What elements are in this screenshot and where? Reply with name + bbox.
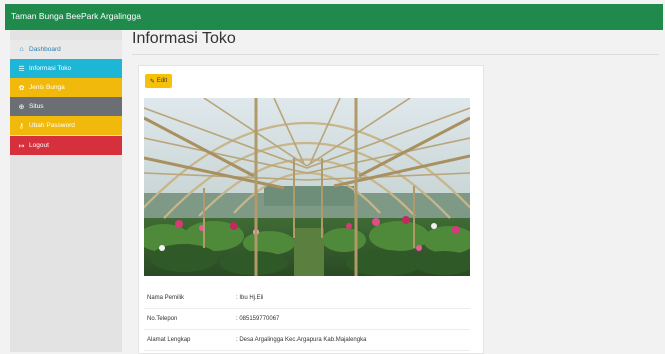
info-value: : Ibu Hj.Eli bbox=[236, 295, 264, 301]
sidebar-item-label: Logout bbox=[29, 142, 49, 149]
sidebar-item-informasi-toko[interactable]: ☰ Informasi Toko bbox=[10, 59, 122, 78]
flower-icon: ✿ bbox=[18, 84, 25, 92]
top-navbar: Taman Bunga BeePark Argalingga bbox=[5, 4, 663, 30]
list-icon: ☰ bbox=[18, 65, 25, 73]
store-info-table: Nama Pemilik : Ibu Hj.Eli No.Telepon : 0… bbox=[144, 288, 470, 351]
sidebar-item-label: Dashboard bbox=[29, 46, 61, 53]
info-value: : 085159770067 bbox=[236, 316, 280, 322]
edit-button-label: Edit bbox=[156, 78, 168, 84]
info-label: Nama Pemilik bbox=[147, 295, 185, 301]
page-title: Informasi Toko bbox=[132, 30, 236, 47]
sidebar-item-label: Ubah Password bbox=[29, 122, 75, 129]
globe-icon: ⊕ bbox=[18, 103, 25, 111]
table-row: No.Telepon : 085159770067 bbox=[144, 309, 470, 330]
info-label: Alamat Lengkap bbox=[147, 337, 191, 343]
key-icon: ⚷ bbox=[18, 122, 25, 130]
sidebar-item-dashboard[interactable]: ⌂ Dashboard bbox=[10, 40, 122, 59]
sidebar-item-label: Informasi Toko bbox=[29, 65, 72, 72]
info-label: No.Telepon bbox=[147, 316, 178, 322]
main-content: Informasi Toko ✎ Edit Nama Pemilik: Ibu… bbox=[122, 30, 663, 354]
sidebar-item-situs[interactable]: ⊕ Situs bbox=[10, 97, 122, 116]
logout-icon: ↦ bbox=[18, 142, 25, 150]
sidebar-item-label: Situs bbox=[29, 103, 44, 110]
sidebar-item-logout[interactable]: ↦ Logout bbox=[10, 136, 122, 155]
store-info-card: ✎ Edit Nama Pemilik: Ibu Hj.Eli No.Tele… bbox=[138, 65, 484, 354]
brand-title[interactable]: Taman Bunga BeePark Argalingga bbox=[11, 11, 141, 21]
edit-button[interactable]: ✎ Edit bbox=[145, 74, 172, 88]
table-row: Alamat Lengkap : Desa Argalingga Kec.Arg… bbox=[144, 330, 470, 351]
sidebar: ⌂ Dashboard ☰ Informasi Toko ✿ Jenis Bun… bbox=[10, 30, 122, 352]
info-value: : Desa Argalingga Kec.Argapura Kab.Majal… bbox=[236, 337, 367, 343]
sidebar-item-ubah-password[interactable]: ⚷ Ubah Password bbox=[10, 116, 122, 135]
sidebar-item-label: Jenis Bunga bbox=[29, 84, 65, 91]
divider bbox=[132, 54, 659, 55]
store-photo bbox=[144, 98, 470, 276]
sidebar-item-jenis-bunga[interactable]: ✿ Jenis Bunga bbox=[10, 78, 122, 97]
table-row: Nama Pemilik : Ibu Hj.Eli bbox=[144, 288, 470, 309]
home-icon: ⌂ bbox=[19, 46, 24, 53]
edit-icon: ✎ bbox=[149, 78, 155, 85]
